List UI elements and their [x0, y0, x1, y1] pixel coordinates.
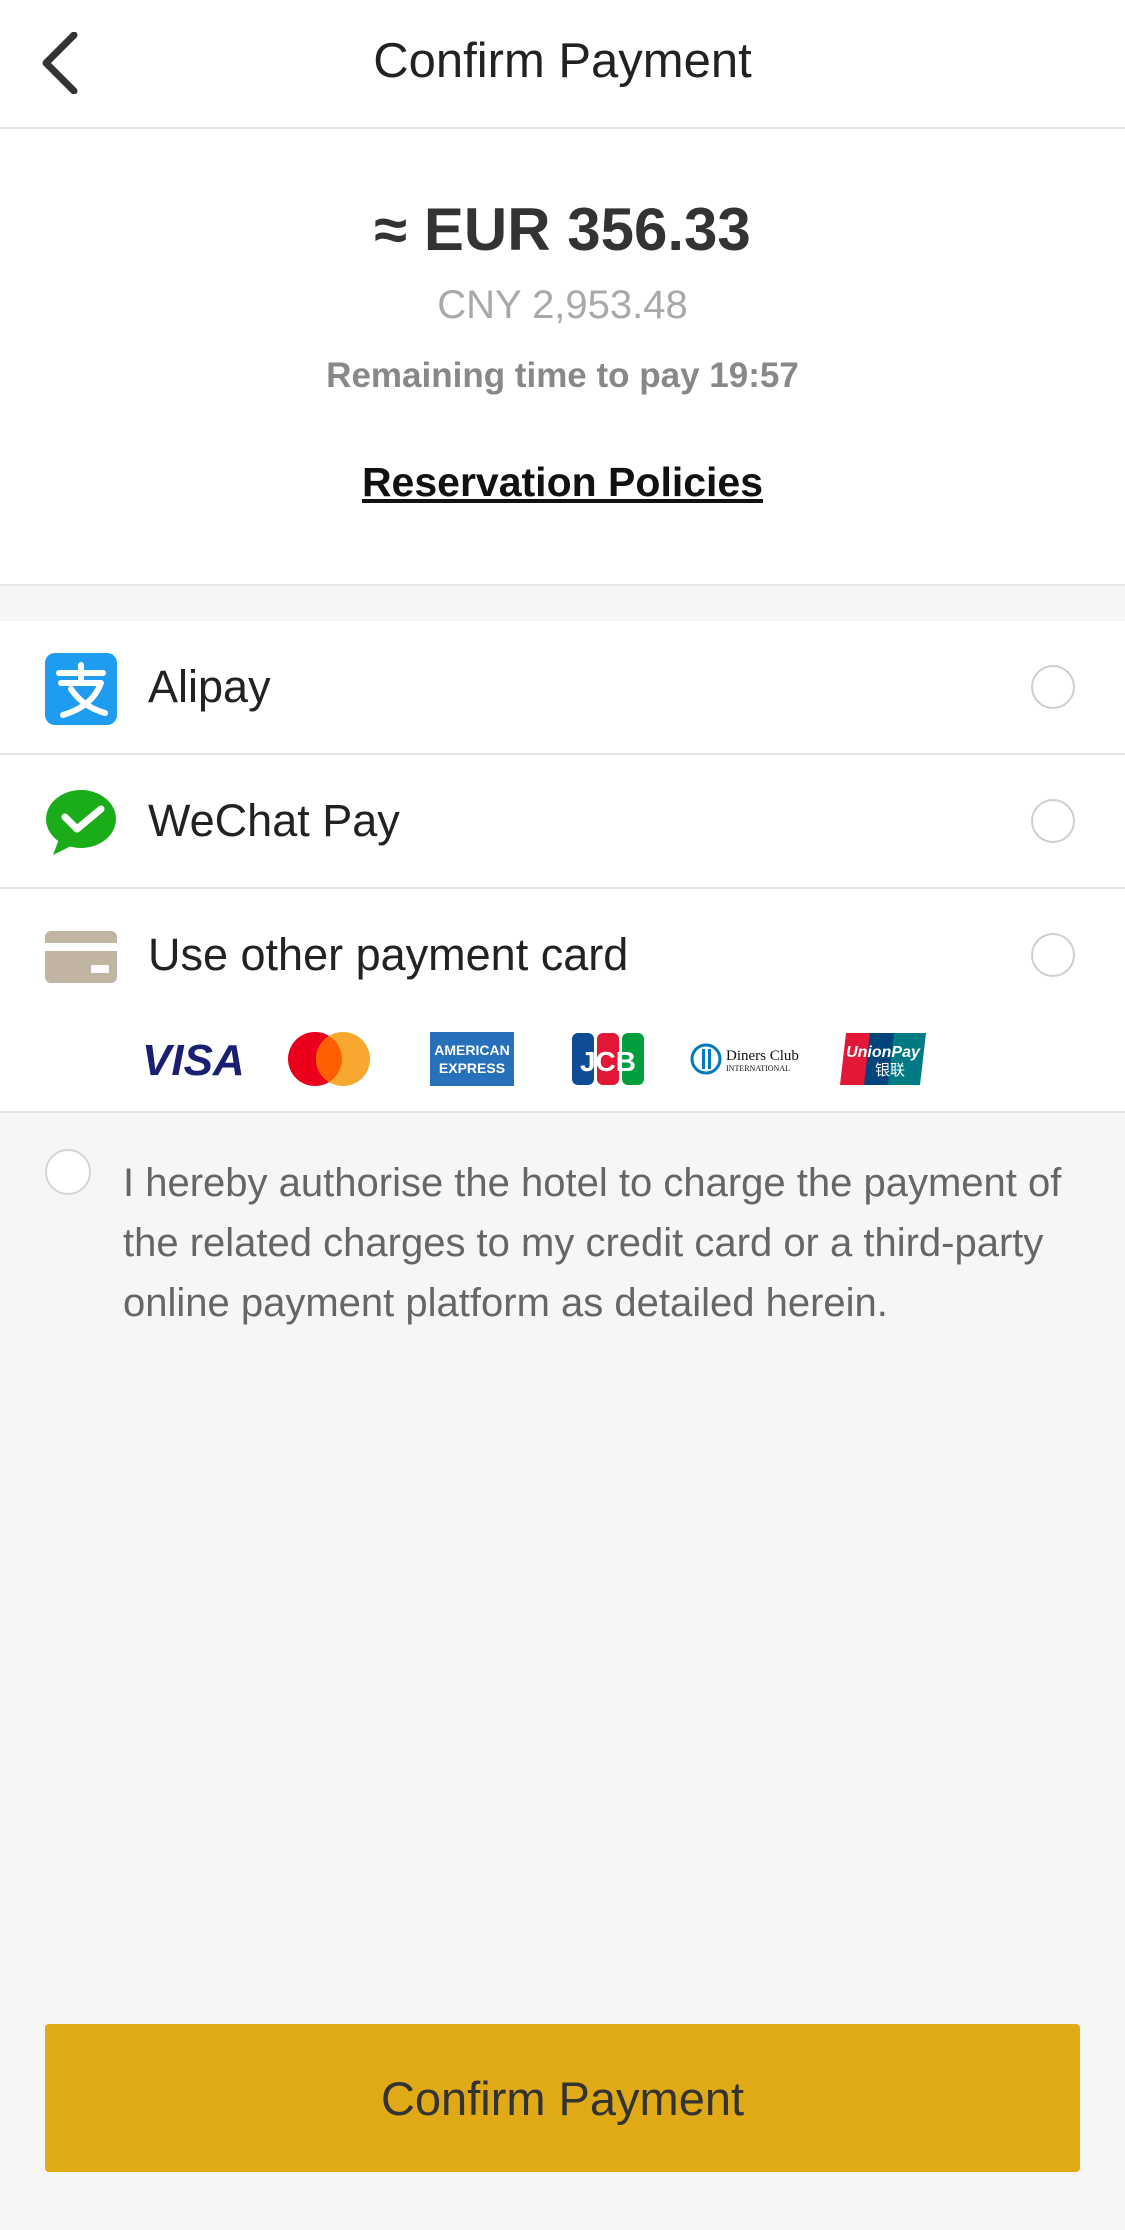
svg-text:AMERICAN: AMERICAN	[434, 1042, 509, 1058]
radio-button[interactable]	[1031, 933, 1075, 977]
payment-option-label: Alipay	[148, 661, 271, 712]
payment-option-label: WeChat Pay	[148, 795, 400, 846]
payment-method-list: Alipay WeChat Pay Use other payment card…	[0, 621, 1125, 1113]
unionpay-logo: UnionPay 银联	[840, 1033, 926, 1085]
diners-club-logo: Diners Club INTERNATIONAL	[690, 1043, 799, 1075]
svg-text:UnionPay: UnionPay	[846, 1044, 921, 1061]
svg-text:JCB: JCB	[580, 1046, 636, 1077]
consent-text: I hereby authorise the hotel to charge t…	[123, 1161, 1062, 1325]
consent-checkbox[interactable]	[45, 1149, 91, 1195]
authorisation-consent: I hereby authorise the hotel to charge t…	[0, 1113, 1125, 1413]
card-brand-logos: VISA AMERICAN EXPRESS JCB Diners Club IN…	[140, 1029, 940, 1089]
radio-button[interactable]	[1031, 665, 1075, 709]
payment-option-alipay[interactable]: Alipay	[0, 621, 1125, 755]
payment-option-card[interactable]: Use other payment card VISA AMERICAN EXP…	[0, 889, 1125, 1109]
amount-cny: CNY 2,953.48	[437, 283, 688, 327]
remaining-time: Remaining time to pay 19:57	[326, 356, 799, 395]
amount-eur: ≈ EUR 356.33	[374, 196, 751, 263]
credit-card-icon	[45, 931, 117, 983]
page-title: Confirm Payment	[373, 34, 752, 88]
payment-option-label: Use other payment card	[148, 929, 629, 980]
top-nav-bar: Confirm Payment	[0, 0, 1125, 129]
wechat-pay-icon	[46, 790, 116, 855]
svg-text:INTERNATIONAL: INTERNATIONAL	[726, 1064, 790, 1073]
payment-option-wechat-pay[interactable]: WeChat Pay	[0, 755, 1125, 889]
svg-text:Diners Club: Diners Club	[726, 1048, 799, 1064]
mastercard-logo	[288, 1032, 370, 1086]
reservation-policies-link[interactable]: Reservation Policies	[0, 459, 1125, 506]
svg-text:VISA: VISA	[142, 1036, 245, 1085]
alipay-icon	[45, 653, 117, 725]
visa-logo: VISA	[142, 1036, 245, 1085]
confirm-payment-button[interactable]: Confirm Payment	[45, 2024, 1080, 2172]
payment-summary: ≈ EUR 356.33 CNY 2,953.48 Remaining time…	[0, 129, 1125, 586]
svg-text:EXPRESS: EXPRESS	[439, 1060, 505, 1076]
jcb-logo: JCB	[572, 1033, 644, 1085]
radio-button[interactable]	[1031, 799, 1075, 843]
svg-text:银联: 银联	[875, 1061, 905, 1079]
amex-logo: AMERICAN EXPRESS	[430, 1032, 514, 1086]
